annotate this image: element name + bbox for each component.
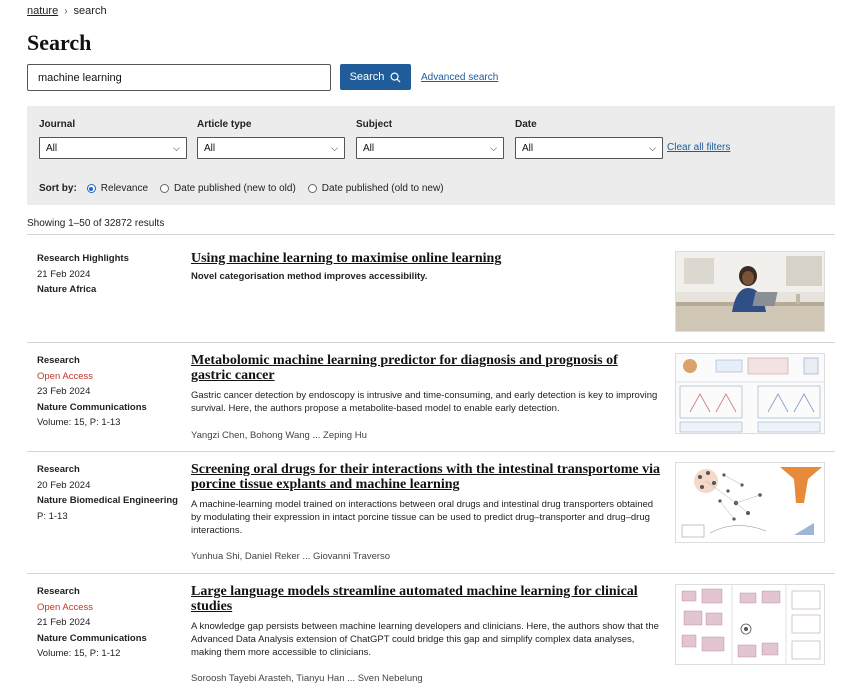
- result-date: 21 Feb 2024: [37, 617, 91, 628]
- filter-date-label: Date: [515, 119, 537, 130]
- sort-option-old-to-new[interactable]: Date published (old to new): [307, 183, 444, 194]
- result-meta: Research Open Access 23 Feb 2024 Nature …: [37, 353, 187, 431]
- breadcrumb-current: search: [73, 5, 107, 17]
- chevron-down-icon: ⌵: [490, 142, 497, 153]
- result-type: Research: [37, 464, 80, 475]
- result-volume: P: 1-13: [37, 510, 68, 522]
- result-description: Gastric cancer detection by endoscopy is…: [191, 390, 658, 414]
- result-meta: Research Open Access 21 Feb 2024 Nature …: [37, 584, 187, 662]
- results-count: Showing 1–50 of 32872 results: [27, 218, 165, 229]
- filter-journal-label: Journal: [39, 119, 76, 130]
- result-authors: Yunhua Shi, Daniel Reker ... Giovanni Tr…: [191, 551, 391, 562]
- result-title-link[interactable]: Large language models streamline automat…: [191, 584, 661, 614]
- chevron-down-icon: ⌵: [331, 142, 338, 153]
- result-volume: Volume: 15, P: 1-13: [37, 417, 121, 428]
- result-thumbnail-image[interactable]: [675, 353, 825, 434]
- sort-by: Sort by: Relevance Date published (new t…: [39, 183, 456, 194]
- breadcrumb: nature › search: [27, 5, 107, 17]
- date-select-value: All: [522, 142, 534, 154]
- result-date: 23 Feb 2024: [37, 386, 91, 397]
- subject-select[interactable]: All ⌵: [356, 137, 504, 159]
- sort-option-label: Date published (new to old): [174, 183, 296, 194]
- filter-journal: Journal All ⌵: [39, 119, 187, 159]
- result-journal: Nature Biomedical Engineering: [37, 495, 178, 506]
- chevron-down-icon: ⌵: [649, 142, 656, 153]
- sort-option-relevance[interactable]: Relevance: [86, 183, 149, 194]
- advanced-search-link[interactable]: Advanced search: [421, 72, 498, 83]
- result-body: Metabolomic machine learning predictor f…: [191, 353, 661, 441]
- filter-subject-label: Subject: [356, 119, 393, 130]
- sort-option-label: Relevance: [100, 183, 149, 194]
- result-authors: Yangzi Chen, Bohong Wang ... Zeping Hu: [191, 430, 367, 441]
- result-title-link[interactable]: Metabolomic machine learning predictor f…: [191, 353, 661, 383]
- search-button-label: Search: [349, 71, 385, 83]
- article-type-select[interactable]: All ⌵: [197, 137, 345, 159]
- result-description: A knowledge gap persists between machine…: [191, 621, 659, 658]
- result-journal: Nature Communications: [37, 401, 147, 413]
- filter-subject: Subject All ⌵: [356, 119, 504, 159]
- result-type: Research: [37, 355, 80, 366]
- result-type: Research Highlights: [37, 253, 129, 264]
- search-input[interactable]: [27, 64, 331, 91]
- divider: [27, 451, 835, 452]
- result-body: Screening oral drugs for their interacti…: [191, 462, 661, 562]
- article-type-select-value: All: [204, 142, 216, 154]
- sort-by-label: Sort by:: [39, 183, 77, 194]
- result-title-link[interactable]: Screening oral drugs for their interacti…: [191, 462, 661, 492]
- result-description: Novel categorisation method improves acc…: [191, 271, 428, 282]
- result-item: Research Open Access 23 Feb 2024 Nature …: [27, 353, 835, 448]
- result-date: 20 Feb 2024: [37, 479, 91, 491]
- subject-select-value: All: [363, 142, 375, 154]
- search-icon: [390, 72, 401, 83]
- result-date: 21 Feb 2024: [37, 268, 91, 280]
- sort-option-label: Date published (old to new): [321, 183, 444, 194]
- open-access-badge: Open Access: [37, 601, 93, 613]
- filter-date: Date All ⌵: [515, 119, 663, 159]
- breadcrumb-home-link[interactable]: nature: [27, 5, 58, 17]
- result-journal: Nature Communications: [37, 632, 147, 644]
- filter-panel: Journal All ⌵ Article type All ⌵ Subject…: [27, 106, 835, 205]
- result-journal: Nature Africa: [37, 284, 97, 295]
- page-title: Search: [27, 30, 92, 55]
- chevron-right-icon: ›: [64, 5, 68, 17]
- result-item: Research 20 Feb 2024 Nature Biomedical E…: [27, 462, 835, 567]
- filter-article-type: Article type All ⌵: [197, 119, 345, 159]
- result-title-link[interactable]: Using machine learning to maximise onlin…: [191, 251, 661, 266]
- radio-icon[interactable]: [307, 184, 317, 193]
- journal-select-value: All: [46, 142, 58, 154]
- result-item: Research Open Access 21 Feb 2024 Nature …: [27, 584, 835, 689]
- result-meta: Research 20 Feb 2024 Nature Biomedical E…: [37, 462, 187, 524]
- divider: [27, 234, 835, 235]
- filter-article-type-label: Article type: [197, 119, 252, 130]
- open-access-badge: Open Access: [37, 370, 93, 382]
- clear-filters-link[interactable]: Clear all filters: [667, 142, 730, 153]
- result-body: Large language models streamline automat…: [191, 584, 661, 684]
- result-description: A machine-learning model trained on inte…: [191, 499, 654, 536]
- result-volume: Volume: 15, P: 1-12: [37, 648, 121, 659]
- search-button[interactable]: Search: [340, 64, 411, 90]
- result-meta: Research Highlights 21 Feb 2024 Nature A…: [37, 251, 187, 298]
- divider: [27, 342, 835, 343]
- result-thumbnail-image[interactable]: [675, 251, 825, 332]
- sort-option-new-to-old[interactable]: Date published (new to old): [160, 183, 296, 194]
- result-type: Research: [37, 586, 80, 597]
- radio-icon[interactable]: [160, 184, 170, 193]
- chevron-down-icon: ⌵: [173, 142, 180, 153]
- result-item: Research Highlights 21 Feb 2024 Nature A…: [27, 251, 835, 336]
- result-thumbnail-image[interactable]: [675, 584, 825, 665]
- date-select[interactable]: All ⌵: [515, 137, 663, 159]
- radio-checked-icon[interactable]: [86, 184, 96, 193]
- result-authors: Soroosh Tayebi Arasteh, Tianyu Han ... S…: [191, 673, 423, 684]
- result-thumbnail-image[interactable]: [675, 462, 825, 543]
- result-body: Using machine learning to maximise onlin…: [191, 251, 661, 283]
- divider: [27, 573, 835, 574]
- journal-select[interactable]: All ⌵: [39, 137, 187, 159]
